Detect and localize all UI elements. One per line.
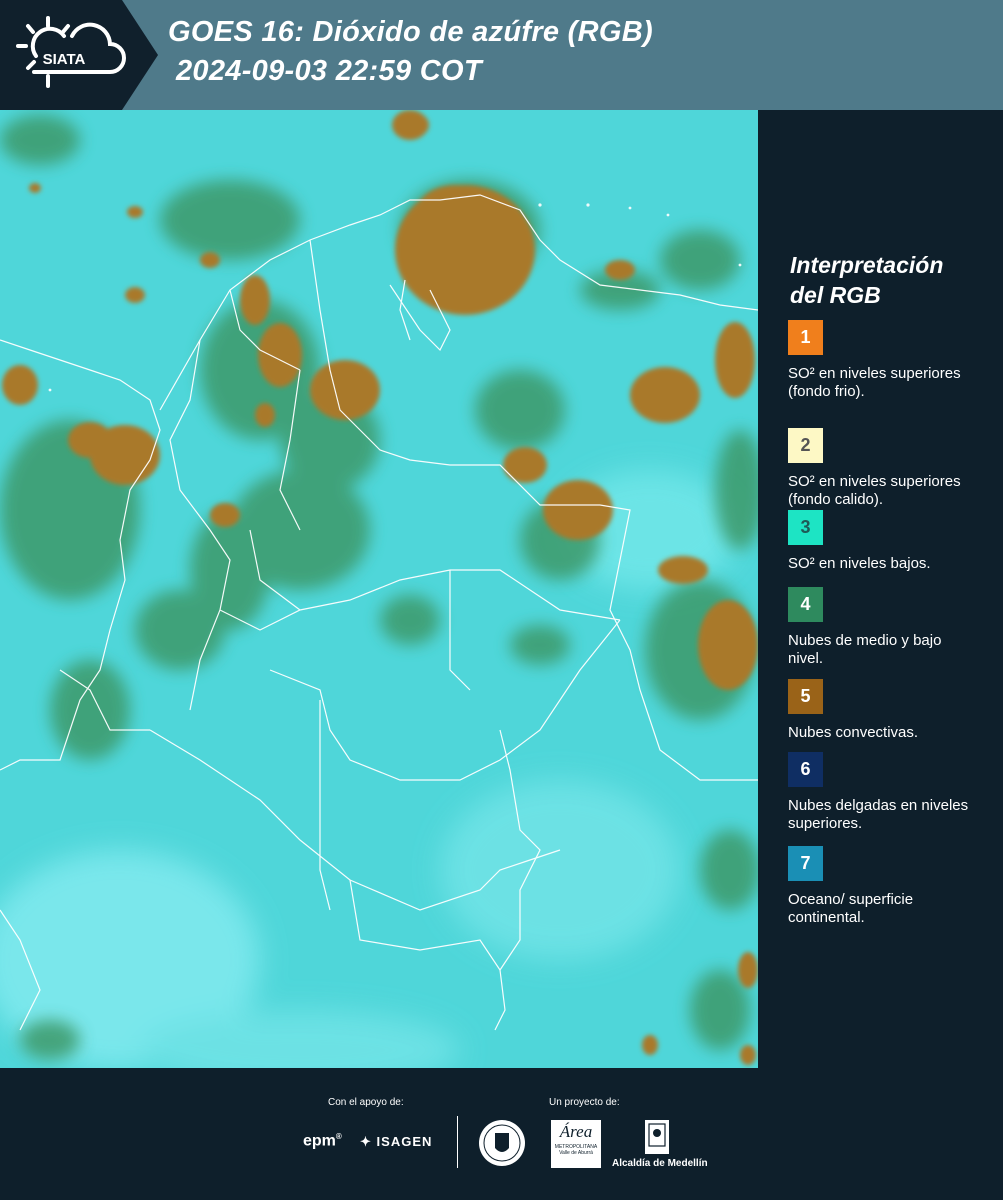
legend-text-3: SO² en niveles bajos. (788, 555, 931, 572)
siata-logo-block[interactable]: SIATA (0, 0, 158, 110)
legend-swatch-7: 7 (788, 846, 823, 881)
legend-item-4: 4 Nubes de medio y bajo nivel. (788, 587, 988, 668)
legend-swatch-6: 6 (788, 752, 823, 787)
legend-text-6: Nubes delgadas en niveles superiores. (788, 797, 969, 832)
siata-logo-text: SIATA (43, 51, 86, 68)
legend-item-1: 1 SO² en niveles superiores (fondo frio). (788, 320, 988, 401)
epm-trademark-icon: ® (335, 1132, 342, 1141)
legend-swatch-1: 1 (788, 320, 823, 355)
isagen-logo-text: ISAGEN (376, 1134, 433, 1149)
legend-item-6: 6 Nubes delgadas en niveles superiores. (788, 752, 988, 833)
legend-swatch-4: 4 (788, 587, 823, 622)
epm-logo[interactable]: epm® (303, 1132, 342, 1150)
legend-swatch-3: 3 (788, 510, 823, 545)
medellin-seal-icon[interactable] (478, 1118, 526, 1168)
epm-logo-text: epm (303, 1132, 336, 1150)
legend-title-line2: del RGB (790, 282, 881, 308)
footer-divider (457, 1116, 458, 1168)
legend-panel: Interpretación del RGB 1 SO² en niveles s… (760, 110, 1003, 1068)
legend-swatch-5: 5 (788, 679, 823, 714)
legend-item-5: 5 Nubes convectivas. (788, 679, 988, 742)
legend-item-7: 7 Oceano/ superficie continental. (788, 846, 988, 927)
siata-logo-icon: SIATA (16, 16, 126, 88)
area-logo-sub2: Valle de Aburrá (559, 1150, 593, 1156)
area-logo-text: Área (559, 1122, 593, 1141)
support-label: Con el apoyo de: (328, 1097, 404, 1108)
legend-item-3: 3 SO² en niveles bajos. (788, 510, 988, 573)
legend-title: Interpretación del RGB (790, 250, 990, 310)
footer-bar: Con el apoyo de: Un proyecto de: epm® ✦ … (0, 1068, 1003, 1200)
alcaldia-logo-text[interactable]: Alcaldía de Medellín (612, 1158, 708, 1169)
isagen-icon: ✦ (360, 1134, 372, 1149)
legend-swatch-2: 2 (788, 428, 823, 463)
legend-text-4: Nubes de medio y bajo nivel. (788, 632, 942, 667)
area-metropolitana-logo[interactable]: Área METROPOLITANA Valle de Aburrá (551, 1120, 601, 1168)
isagen-logo[interactable]: ✦ ISAGEN (360, 1134, 432, 1150)
legend-text-7: Oceano/ superficie continental. (788, 891, 914, 926)
alcaldia-coat-of-arms-icon (645, 1120, 669, 1154)
page-title: GOES 16: Dióxido de azúfre (RGB) (168, 16, 653, 48)
project-label: Un proyecto de: (549, 1097, 620, 1108)
legend-title-line1: Interpretación (790, 252, 944, 278)
satellite-image (0, 110, 758, 1068)
satellite-map[interactable] (0, 110, 758, 1068)
legend-text-5: Nubes convectivas. (788, 724, 919, 741)
legend-item-2: 2 SO² en niveles superiores (fondo calido… (788, 428, 988, 509)
header-bar: SIATA GOES 16: Dióxido de azúfre (RGB) 2… (0, 0, 1003, 110)
legend-text-1: SO² en niveles superiores (fondo frio). (788, 365, 961, 400)
page-timestamp: 2024-09-03 22:59 COT (176, 55, 482, 87)
legend-text-2: SO² en niveles superiores (fondo calido)… (788, 473, 961, 508)
